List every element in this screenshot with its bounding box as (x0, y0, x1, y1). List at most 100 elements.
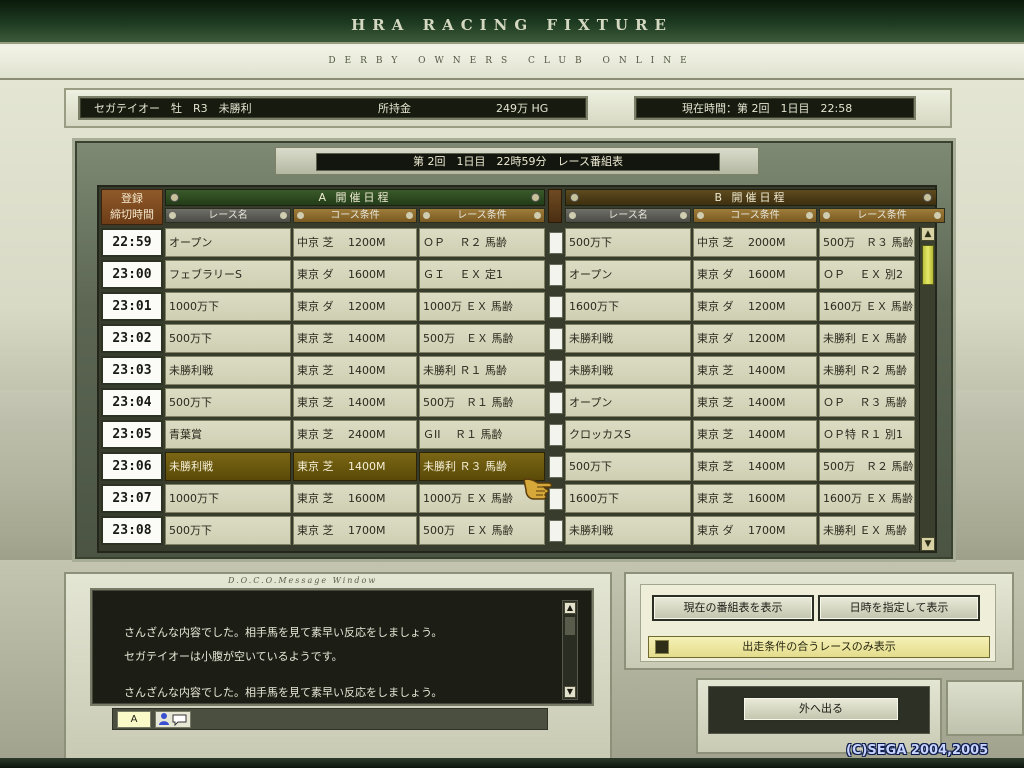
race-cell-b-course[interactable]: 東京 芝 1400M (693, 452, 817, 481)
race-cell-a-cond[interactable]: 未勝利 Ｒ１ 馬齢 (419, 356, 545, 385)
race-cell-b-cond[interactable]: 500万 Ｒ２ 馬齢 (819, 452, 915, 481)
race-cell-a-race[interactable]: 未勝利戦 (165, 452, 291, 481)
table-row[interactable]: 23:05 青葉賞 東京 芝 2400M ＧII Ｒ１ 馬齢 クロッカスS 東京 芝 14… (101, 419, 937, 449)
race-cell-b-cond[interactable]: 500万 Ｒ３ 馬齢 (819, 228, 915, 257)
race-cell-a-race[interactable]: 1000万下 (165, 292, 291, 321)
race-cell-b-course[interactable]: 東京 ダ 1200M (693, 324, 817, 353)
race-cell-a-cond[interactable]: 500万 Ｒ１ 馬齢 (419, 388, 545, 417)
race-cell-b-cond[interactable]: ＯＰ特 Ｒ１ 別1 (819, 420, 915, 449)
race-cell-b-race[interactable]: オープン (565, 260, 691, 289)
race-cell-b-course[interactable]: 東京 芝 1400M (693, 356, 817, 385)
table-scrollbar[interactable]: ▲ ▼ (919, 227, 935, 551)
race-cell-a-race[interactable]: 青葉賞 (165, 420, 291, 449)
deadline-time: 23:07 (101, 484, 163, 513)
race-cell-a-cond[interactable]: ＧＩ ＥＸ 定1 (419, 260, 545, 289)
table-row[interactable]: 23:02 500万下 東京 芝 1400M 500万 ＥＸ 馬齢 未勝利戦 東京 ダ 1… (101, 323, 937, 353)
race-cell-b-race[interactable]: 500万下 (565, 452, 691, 481)
bullet-icon (170, 193, 179, 202)
race-cell-a-race[interactable]: 未勝利戦 (165, 356, 291, 385)
exit-button[interactable]: 外へ出る (742, 696, 900, 722)
race-cell-b-course[interactable]: 東京 芝 1400M (693, 420, 817, 449)
race-cell-b-race[interactable]: オープン (565, 388, 691, 417)
message-line: さんざんな内容でした。相手馬を見て素早い反応をしましょう。 (124, 686, 443, 699)
race-cell-b-course[interactable]: 東京 ダ 1200M (693, 292, 817, 321)
race-cell-b-race[interactable]: 未勝利戦 (565, 356, 691, 385)
race-cell-b-course[interactable]: 中京 芝 2000M (693, 228, 817, 257)
scroll-down-icon[interactable]: ▼ (564, 686, 576, 698)
race-cell-b-cond[interactable]: 1600万 ＥＸ 馬齢 (819, 292, 915, 321)
table-row[interactable]: 23:07 1000万下 東京 芝 1600M 1000万 ＥＸ 馬齢 1600万下 東京… (101, 483, 937, 513)
race-cell-a-course[interactable]: 東京 芝 1400M (293, 388, 417, 417)
race-cell-b-cond[interactable]: 未勝利 ＥＸ 馬齢 (819, 516, 915, 545)
scroll-down-icon[interactable]: ▼ (921, 537, 935, 551)
race-cell-b-cond[interactable]: 1600万 ＥＸ 馬齢 (819, 484, 915, 513)
table-row[interactable]: 23:08 500万下 東京 芝 1700M 500万 ＥＸ 馬齢 未勝利戦 東京 ダ 1… (101, 515, 937, 545)
race-cell-b-race[interactable]: 未勝利戦 (565, 324, 691, 353)
emote-button[interactable] (155, 711, 191, 728)
show-current-button[interactable]: 現在の番組表を表示 (652, 595, 814, 621)
race-cell-a-cond[interactable]: ＯＰ Ｒ２ 馬齢 (419, 228, 545, 257)
race-cell-a-cond[interactable]: 500万 ＥＸ 馬齢 (419, 324, 545, 353)
race-cell-b-race[interactable]: 未勝利戦 (565, 516, 691, 545)
race-cell-a-cond[interactable]: 1000万 ＥＸ 馬齢 (419, 292, 545, 321)
race-cell-b-cond[interactable]: ＯＰ ＥＸ 別2 (819, 260, 915, 289)
col-header-a-course[interactable]: コース条件 (293, 208, 417, 223)
race-cell-b-course[interactable]: 東京 ダ 1600M (693, 260, 817, 289)
row-divider (549, 296, 563, 318)
table-row[interactable]: 23:01 1000万下 東京 ダ 1200M 1000万 ＥＸ 馬齢 1600万下 東京… (101, 291, 937, 321)
race-cell-a-course[interactable]: 東京 ダ 1200M (293, 292, 417, 321)
race-cell-a-course[interactable]: 東京 芝 1700M (293, 516, 417, 545)
race-cell-a-course[interactable]: 東京 芝 1400M (293, 356, 417, 385)
page-title: HRA RACING FIXTURE (351, 16, 673, 34)
col-header-b-race[interactable]: レース名 (565, 208, 691, 223)
race-cell-b-course[interactable]: 東京 ダ 1700M (693, 516, 817, 545)
race-cell-b-race[interactable]: 1600万下 (565, 292, 691, 321)
race-cell-a-course[interactable]: 東京 ダ 1600M (293, 260, 417, 289)
deadline-time: 22:59 (101, 228, 163, 257)
race-cell-a-cond[interactable]: ＧII Ｒ１ 馬齢 (419, 420, 545, 449)
table-row[interactable]: 22:59 オープン 中京 芝 1200M ＯＰ Ｒ２ 馬齢 500万下 中京 芝 200… (101, 227, 937, 257)
race-cell-b-course[interactable]: 東京 芝 1400M (693, 388, 817, 417)
horse-status: セガテイオー 牡 R3 未勝利 所持金 249万 HG (78, 96, 588, 120)
race-cell-a-course[interactable]: 東京 芝 1400M (293, 324, 417, 353)
current-time-box: 現在時間：第 2回 1日目 22:58 (634, 96, 916, 120)
col-header-b-cond[interactable]: レース条件 (819, 208, 945, 223)
race-cell-a-course[interactable]: 中京 芝 1200M (293, 228, 417, 257)
scroll-up-icon[interactable]: ▲ (564, 602, 576, 614)
race-cell-b-cond[interactable]: 未勝利 ＥＸ 馬齢 (819, 324, 915, 353)
race-cell-a-course[interactable]: 東京 芝 2400M (293, 420, 417, 449)
filter-toggle[interactable]: 出走条件の合うレースのみ表示 (648, 636, 990, 658)
race-cell-b-course[interactable]: 東京 芝 1600M (693, 484, 817, 513)
scroll-thumb[interactable] (922, 245, 934, 285)
race-cell-a-race[interactable]: オープン (165, 228, 291, 257)
side-panel (946, 680, 1024, 736)
race-cell-a-race[interactable]: 1000万下 (165, 484, 291, 513)
race-cell-b-race[interactable]: クロッカスS (565, 420, 691, 449)
col-header-a-race[interactable]: レース名 (165, 208, 291, 223)
race-cell-a-cond[interactable]: 500万 ＥＸ 馬齢 (419, 516, 545, 545)
race-cell-a-race[interactable]: フェブラリーS (165, 260, 291, 289)
race-cell-a-race[interactable]: 500万下 (165, 324, 291, 353)
chat-input[interactable]: A (112, 708, 548, 730)
table-row[interactable]: 23:03 未勝利戦 東京 芝 1400M 未勝利 Ｒ１ 馬齢 未勝利戦 東京 芝 140… (101, 355, 937, 385)
race-cell-a-race[interactable]: 500万下 (165, 516, 291, 545)
race-cell-b-cond[interactable]: ＯＰ Ｒ３ 馬齢 (819, 388, 915, 417)
race-cell-b-cond[interactable]: 未勝利 Ｒ２ 馬齢 (819, 356, 915, 385)
scroll-up-icon[interactable]: ▲ (921, 227, 935, 241)
row-divider (549, 360, 563, 382)
scroll-thumb[interactable] (565, 617, 575, 635)
filter-checkbox[interactable] (655, 640, 669, 654)
race-cell-a-race[interactable]: 500万下 (165, 388, 291, 417)
col-header-b-course[interactable]: コース条件 (693, 208, 817, 223)
race-cell-b-race[interactable]: 500万下 (565, 228, 691, 257)
race-cell-a-course[interactable]: 東京 芝 1400M (293, 452, 417, 481)
table-row[interactable]: 23:04 500万下 東京 芝 1400M 500万 Ｒ１ 馬齢 オープン 東京 芝 1… (101, 387, 937, 417)
table-row[interactable]: 23:06 未勝利戦 東京 芝 1400M 未勝利 Ｒ３ 馬齢 500万下 東京 芝 14… (101, 451, 937, 481)
col-header-a-cond[interactable]: レース条件 (419, 208, 545, 223)
message-scrollbar[interactable]: ▲ ▼ (562, 600, 578, 700)
ime-mode-button[interactable]: A (117, 711, 151, 728)
race-cell-a-course[interactable]: 東京 芝 1600M (293, 484, 417, 513)
table-row[interactable]: 23:00 フェブラリーS 東京 ダ 1600M ＧＩ ＥＸ 定1 オープン 東京 ダ 1… (101, 259, 937, 289)
race-cell-b-race[interactable]: 1600万下 (565, 484, 691, 513)
show-by-date-button[interactable]: 日時を指定して表示 (818, 595, 980, 621)
